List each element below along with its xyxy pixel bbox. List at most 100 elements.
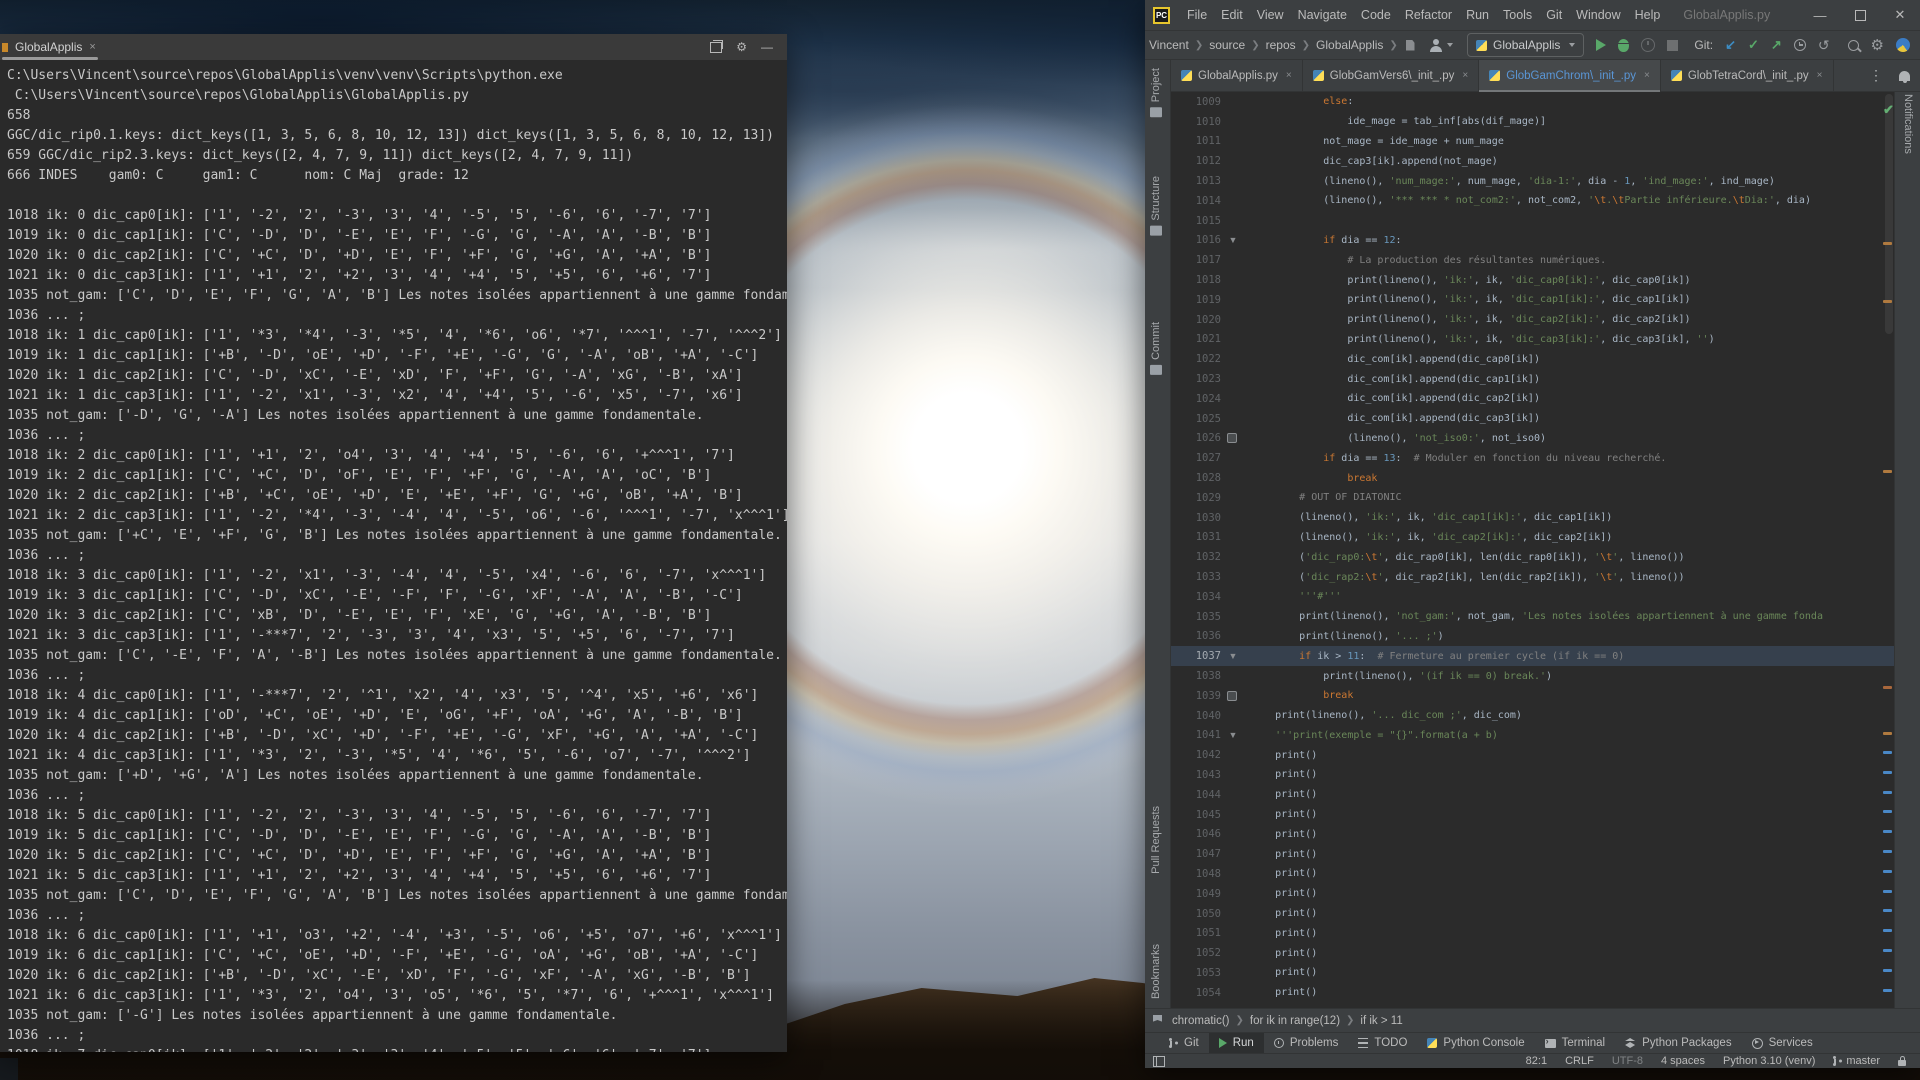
code-line[interactable]: 1048print() [1171,864,1894,884]
terminal-restore-icon[interactable] [710,42,722,53]
lock-icon[interactable] [1898,1060,1906,1066]
window-minimize-icon[interactable]: — [1800,0,1840,30]
menu-item-navigate[interactable]: Navigate [1291,0,1354,30]
code-line[interactable]: 1024dic_com[ik].append(dic_cap2[ik]) [1171,389,1894,409]
status-item-interpreter[interactable]: Python 3.10 (venv) [1723,1055,1815,1067]
toolwindow-button-run[interactable]: Run [1209,1033,1264,1053]
code-line[interactable]: 1053print() [1171,963,1894,983]
menu-item-git[interactable]: Git [1539,0,1569,30]
fold-arrow-icon[interactable]: ▼ [1221,651,1245,661]
code-line[interactable]: 1034'''#''' [1171,587,1894,607]
code-line[interactable]: 1026(lineno(), 'not_iso0:', not_iso0) [1171,429,1894,449]
code-line[interactable]: 1052print() [1171,943,1894,963]
status-item-caret[interactable]: 82:1 [1526,1055,1547,1067]
code-line[interactable]: 1054print() [1171,983,1894,1003]
profile-sphere-icon[interactable] [1896,38,1910,52]
code-line[interactable]: 1014(lineno(), '*** *** * not_com2:', no… [1171,191,1894,211]
menu-item-run[interactable]: Run [1459,0,1496,30]
sidebar-item-structure[interactable]: Structure [1150,176,1162,236]
run-configuration-select[interactable]: GlobalApplis [1467,33,1584,57]
code-line[interactable]: 1021print(lineno(), 'ik:', ik, 'dic_cap3… [1171,330,1894,350]
code-line[interactable]: 1043print() [1171,765,1894,785]
terminal-tab[interactable]: GlobalApplis × [0,34,104,60]
fold-arrow-icon[interactable]: ▼ [1221,235,1245,245]
code-line[interactable]: 1036print(lineno(), '... ;') [1171,627,1894,647]
code-line[interactable]: 1049print() [1171,884,1894,904]
terminal-minimize-icon[interactable]: — [761,41,773,53]
window-maximize-icon[interactable] [1840,0,1880,30]
code-line[interactable]: 1037▼if ik > 11: # Fermeture au premier … [1171,646,1894,666]
breadcrumb-item[interactable]: source [1209,38,1245,52]
search-icon[interactable] [1848,40,1859,51]
terminal-settings-gear-icon[interactable]: ⚙ [736,41,747,53]
code-line[interactable]: 1042print() [1171,745,1894,765]
toolwindow-button-services[interactable]: Services [1742,1033,1823,1053]
sidebar-item-bookmarks[interactable]: Bookmarks [1150,944,1162,999]
code-line[interactable]: 1050print() [1171,904,1894,924]
code-line[interactable]: 1031(lineno(), 'ik:', ik, 'dic_cap2[ik]:… [1171,528,1894,548]
code-line[interactable]: 1011not_mage = ide_mage + num_mage [1171,132,1894,152]
code-line[interactable]: 1046print() [1171,824,1894,844]
menu-item-edit[interactable]: Edit [1214,0,1250,30]
editor-tab[interactable]: GlobalApplis.py× [1171,60,1303,91]
profiler-button[interactable] [1641,38,1655,52]
code-line[interactable]: 1038print(lineno(), '(if ik == 0) break.… [1171,666,1894,686]
history-clock-icon[interactable] [1794,39,1806,51]
menu-item-code[interactable]: Code [1354,0,1398,30]
git-push-icon[interactable]: ↗ [1771,37,1782,53]
sidebar-item-notifications[interactable]: Notifications [1902,94,1914,154]
code-line[interactable]: 1009else: [1171,92,1894,112]
status-item-branch[interactable]: master [1833,1055,1880,1067]
code-line[interactable]: 1044print() [1171,785,1894,805]
code-line[interactable]: 1027if dia == 13: # Moduler en fonction … [1171,448,1894,468]
terminal-tab-close-icon[interactable]: × [89,41,95,53]
sidebar-item-pull-requests[interactable]: Pull Requests [1150,806,1162,874]
code-line[interactable]: 1019print(lineno(), 'ik:', ik, 'dic_cap1… [1171,290,1894,310]
code-line[interactable]: 1030(lineno(), 'ik:', ik, 'dic_cap1[ik]:… [1171,508,1894,528]
code-line[interactable]: 1041▼'''print(exemple = "{}".format(a + … [1171,726,1894,746]
code-line[interactable]: 1051print() [1171,923,1894,943]
breadcrumb-item[interactable]: GlobalApplis [1316,38,1383,52]
editor-scrollbar[interactable] [1885,94,1893,334]
code-line[interactable]: 1023dic_com[ik].append(dic_cap1[ik]) [1171,369,1894,389]
close-icon[interactable]: × [1817,70,1823,81]
menu-item-window[interactable]: Window [1569,0,1627,30]
toolwindow-button-python-packages[interactable]: Python Packages [1615,1033,1742,1053]
breadcrumb-item[interactable]: repos [1266,38,1296,52]
bookmark-flag-icon[interactable] [1153,1015,1162,1026]
code-line[interactable]: 1028break [1171,468,1894,488]
code-line[interactable]: 1020print(lineno(), 'ik:', ik, 'dic_cap2… [1171,310,1894,330]
breadcrumb-item[interactable]: for ik in range(12) [1250,1015,1340,1027]
settings-gear-icon[interactable]: ⚙ [1871,38,1884,53]
code-line[interactable]: 1033('dic_rap2:\t', dic_rap2[ik], len(di… [1171,567,1894,587]
breadcrumb-item[interactable]: if ik > 11 [1360,1015,1402,1027]
window-close-icon[interactable]: ✕ [1880,0,1920,30]
editor-tab[interactable]: GlobGamChrom\_init_.py× [1479,60,1661,91]
terminal-output[interactable]: C:\Users\Vincent\source\repos\GlobalAppl… [0,60,787,1052]
git-update-icon[interactable]: ↙ [1725,37,1736,53]
code-line[interactable]: 1029# OUT OF DIATONIC [1171,488,1894,508]
toolwindow-button-terminal[interactable]: Terminal [1535,1033,1615,1053]
breadcrumb-item[interactable]: chromatic() [1172,1015,1230,1027]
chevron-down-icon[interactable] [1447,43,1453,47]
code-line[interactable]: 1010ide_mage = tab_inf[abs(dif_mage)] [1171,112,1894,132]
close-icon[interactable]: × [1286,70,1292,81]
menu-item-tools[interactable]: Tools [1496,0,1539,30]
close-icon[interactable]: × [1462,70,1468,81]
code-line[interactable]: 1045print() [1171,805,1894,825]
editor-tab[interactable]: GlobTetraCord\_init_.py× [1661,60,1834,91]
status-item-indent[interactable]: 4 spaces [1661,1055,1705,1067]
layout-icon[interactable] [1153,1056,1165,1067]
code-line[interactable]: 1040print(lineno(), '... dic_com ;', dic… [1171,706,1894,726]
code-line[interactable]: 1025dic_com[ik].append(dic_cap3[ik]) [1171,409,1894,429]
code-line[interactable]: 1035print(lineno(), 'not_gam:', not_gam,… [1171,607,1894,627]
debug-button[interactable] [1618,39,1629,52]
code-line[interactable]: 1032('dic_rap0:\t', dic_rap0[ik], len(di… [1171,547,1894,567]
more-tabs-icon[interactable]: ⋮ [1869,67,1883,84]
code-line[interactable]: 1015 [1171,211,1894,231]
editor-tab[interactable]: GlobGamVers6\_init_.py× [1303,60,1480,91]
code-line[interactable]: 1047print() [1171,844,1894,864]
code-line[interactable]: 1012dic_cap3[ik].append(not_mage) [1171,151,1894,171]
pycharm-logo-icon[interactable]: PC [1153,7,1170,24]
sidebar-item-commit[interactable]: Commit [1150,322,1162,375]
